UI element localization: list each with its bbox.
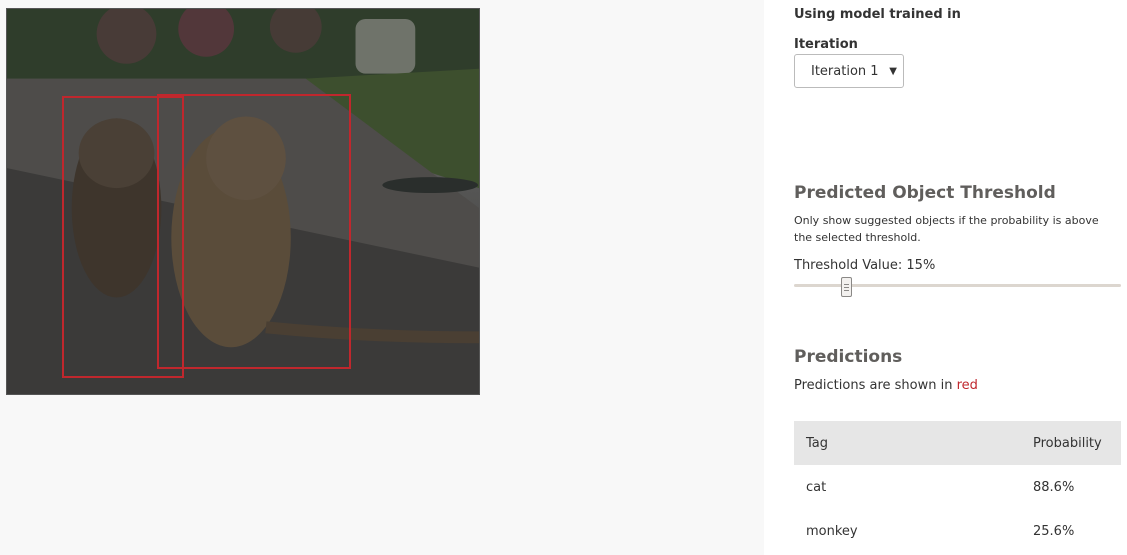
settings-panel: Using model trained in Iteration Iterati… [764,0,1127,555]
table-row[interactable]: cat 88.6% [794,465,1121,509]
threshold-value-text: Threshold Value: 15% [794,258,936,273]
predictions-note-color: red [956,378,978,393]
predictions-note-text: Predictions are shown in [794,378,957,393]
iteration-label: Iteration [794,37,858,52]
row-probability: 25.6% [1033,523,1075,539]
iteration-select[interactable]: Iteration 1 ▼ [794,54,904,88]
table-header: Tag Probability [794,421,1121,465]
predictions-title: Predictions [794,347,903,367]
row-tag: monkey [806,523,858,539]
table-row[interactable]: monkey 25.6% [794,509,1121,553]
chevron-down-icon: ▼ [889,66,897,77]
header-probability: Probability [1033,435,1102,451]
threshold-slider-handle[interactable] [841,277,852,297]
threshold-title: Predicted Object Threshold [794,183,1056,203]
iteration-selected-value: Iteration 1 [811,63,879,79]
grip-icon [844,283,849,285]
prediction-image [6,8,480,395]
model-label: Using model trained in [794,7,961,22]
row-probability: 88.6% [1033,479,1075,495]
bounding-box-monkey [157,94,351,369]
row-tag: cat [806,479,827,495]
predictions-table: Tag Probability cat 88.6% monkey 25.6% [794,421,1121,553]
predictions-note: Predictions are shown in red [794,378,978,393]
threshold-description: Only show suggested objects if the proba… [794,214,1099,244]
header-tag: Tag [806,435,829,451]
